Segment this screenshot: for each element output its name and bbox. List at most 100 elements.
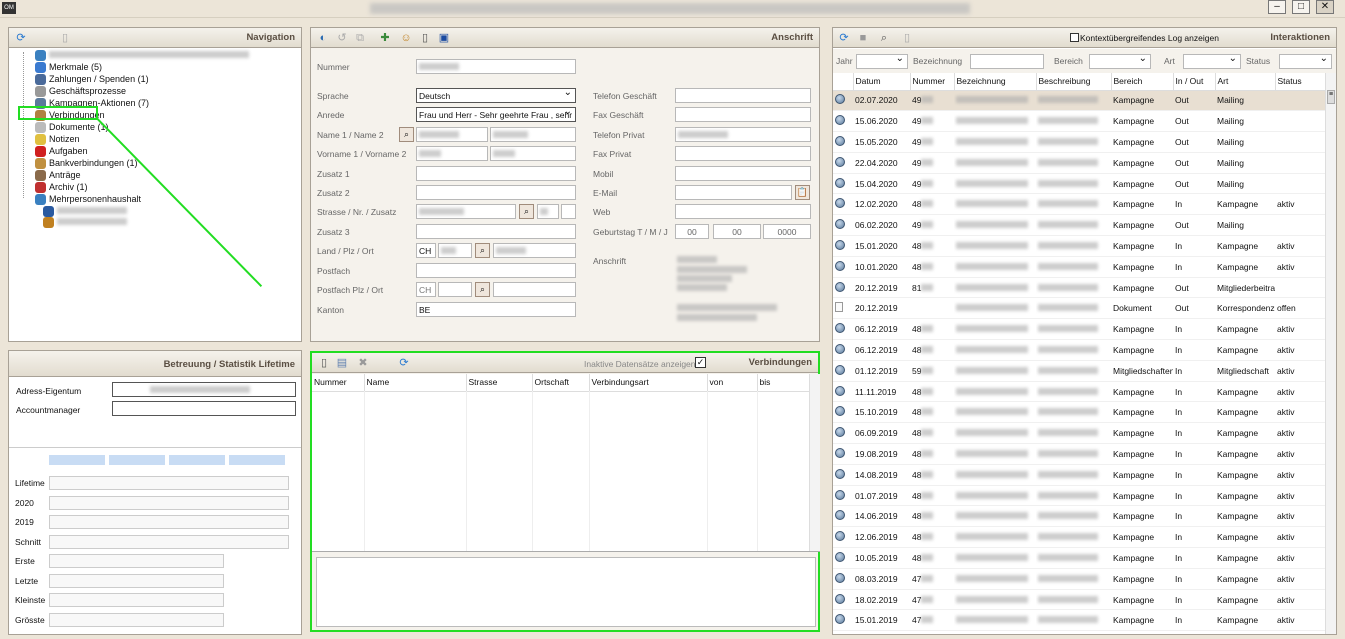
nav-item[interactable]: Mehrpersonenhaushalt: [35, 194, 141, 205]
context-log-checkbox[interactable]: [1070, 33, 1079, 42]
table-row[interactable]: 01.07.2019 48 Kampagne In Kampagne aktiv: [833, 485, 1325, 507]
table-row[interactable]: 06.12.2019 48 Kampagne In Kampagne aktiv: [833, 318, 1325, 341]
table-row[interactable]: 06.02.2020 49 Kampagne Out Mailing: [833, 214, 1325, 237]
column-header[interactable]: von: [707, 374, 758, 392]
document-icon[interactable]: ▯: [59, 32, 71, 44]
strasse-field[interactable]: [416, 204, 516, 219]
email-field[interactable]: [675, 185, 792, 200]
search-icon[interactable]: ⌕: [878, 32, 890, 44]
table-row[interactable]: 15.05.2020 49 Kampagne Out Mailing: [833, 131, 1325, 153]
table-row[interactable]: 15.01.2020 48 Kampagne In Kampagne aktiv: [833, 235, 1325, 257]
table-row[interactable]: 15.01.2019 47 Kampagne In Kampagne aktiv: [833, 609, 1325, 632]
kanton-field[interactable]: BE: [416, 302, 576, 317]
jahr-select[interactable]: [856, 54, 908, 69]
tel_p-field[interactable]: [675, 127, 811, 142]
column-header[interactable]: Bereich: [1111, 73, 1174, 91]
accountmanager-field[interactable]: [112, 401, 296, 416]
close-button[interactable]: ✕: [1316, 0, 1334, 14]
column-header[interactable]: Name: [364, 374, 467, 392]
column-header[interactable]: Nummer: [312, 374, 365, 392]
name1-field[interactable]: [416, 127, 488, 142]
maximize-button[interactable]: □: [1292, 0, 1310, 14]
column-header[interactable]: Verbindungsart: [589, 374, 708, 392]
nav-item[interactable]: Notizen: [35, 134, 80, 145]
clipboard-icon[interactable]: 📋: [795, 185, 810, 200]
fax_g-field[interactable]: [675, 107, 811, 122]
search-icon[interactable]: ⌕: [519, 204, 534, 219]
table-row[interactable]: 20.12.2019 81 Kampagne Out Mitgliederbeitrag: [833, 277, 1325, 299]
zusatz2-field[interactable]: [416, 185, 576, 200]
column-header[interactable]: Art: [1215, 73, 1276, 91]
nav-item[interactable]: Aufgaben: [35, 146, 88, 157]
table-row[interactable]: 10.01.2020 48 Kampagne In Kampagne aktiv: [833, 256, 1325, 278]
search-icon[interactable]: ⌕: [475, 282, 490, 297]
refresh-icon[interactable]: ⟳: [398, 357, 410, 369]
art-select[interactable]: [1183, 54, 1241, 69]
column-header[interactable]: Ortschaft: [532, 374, 590, 392]
status-select[interactable]: [1279, 54, 1332, 69]
persons-icon[interactable]: ☺: [400, 32, 412, 44]
column-header[interactable]: Nummer: [910, 73, 955, 91]
new-document-icon[interactable]: ▯: [419, 32, 431, 44]
geb_t-field[interactable]: 00: [675, 224, 709, 239]
column-header[interactable]: Beschreibung: [1036, 73, 1112, 91]
copy-icon[interactable]: ⧉: [354, 32, 366, 44]
postfach-field[interactable]: [416, 263, 576, 278]
ort-field[interactable]: [493, 243, 576, 258]
name2-field[interactable]: [490, 127, 576, 142]
tel_g-field[interactable]: [675, 88, 811, 103]
save-icon[interactable]: ▣: [438, 32, 450, 44]
nr-zusatz-field[interactable]: [561, 204, 576, 219]
table-row[interactable]: 02.07.2020 49 Kampagne Out Mailing: [833, 90, 1325, 112]
search-icon[interactable]: ⌕: [475, 243, 490, 258]
table-row[interactable]: 06.12.2019 48 Kampagne In Kampagne aktiv: [833, 339, 1325, 361]
column-header[interactable]: Datum: [853, 73, 911, 91]
table-row[interactable]: 19.08.2019 48 Kampagne In Kampagne aktiv: [833, 443, 1325, 465]
plz-field[interactable]: [438, 243, 472, 258]
table-row[interactable]: 15.06.2020 49 Kampagne Out Mailing: [833, 110, 1325, 133]
globe-icon[interactable]: ◐: [317, 32, 329, 44]
verbindungen-detail-area[interactable]: [316, 557, 816, 627]
document-icon[interactable]: ▯: [901, 32, 913, 44]
interaktionen-scrollbar[interactable]: ≡: [1325, 73, 1336, 634]
table-row[interactable]: 14.06.2019 48 Kampagne In Kampagne aktiv: [833, 505, 1325, 528]
bezeichnung-input[interactable]: [970, 54, 1044, 69]
land-field[interactable]: CH: [416, 243, 436, 258]
zusatz1-field[interactable]: [416, 166, 576, 181]
table-row[interactable]: 10.05.2019 48 Kampagne In Kampagne aktiv: [833, 547, 1325, 569]
fax_p-field[interactable]: [675, 146, 811, 161]
geb_j-field[interactable]: 0000: [763, 224, 811, 239]
table-row[interactable]: 15.10.2019 48 Kampagne In Kampagne aktiv: [833, 401, 1325, 424]
refresh-icon[interactable]: ⟳: [838, 32, 850, 44]
adress-eigentum-field[interactable]: [112, 382, 296, 397]
table-row[interactable]: 18.02.2019 47 Kampagne In Kampagne aktiv: [833, 589, 1325, 611]
undo-icon[interactable]: ↺: [336, 32, 348, 44]
stop-icon[interactable]: ■: [857, 32, 869, 44]
anrede-select[interactable]: Frau und Herr - Sehr geehrte Frau , sehr: [416, 107, 576, 122]
vorname2-field[interactable]: [490, 146, 576, 161]
vorname1-field[interactable]: [416, 146, 488, 161]
new-icon[interactable]: ▯: [318, 357, 330, 369]
table-row[interactable]: 06.09.2019 48 Kampagne In Kampagne aktiv: [833, 422, 1325, 445]
postfach-ort-field[interactable]: [493, 282, 576, 297]
table-row[interactable]: 14.08.2019 48 Kampagne In Kampagne aktiv: [833, 464, 1325, 486]
column-header[interactable]: In / Out: [1173, 73, 1216, 91]
table-row[interactable]: 11.11.2019 48 Kampagne In Kampagne aktiv: [833, 381, 1325, 403]
column-header[interactable]: Bezeichnung: [954, 73, 1037, 91]
household-member[interactable]: [43, 206, 127, 217]
nav-item[interactable]: Geschäftsprozesse: [35, 86, 126, 97]
search-icon[interactable]: ⌕: [399, 127, 414, 142]
postfach-plz-field[interactable]: [438, 282, 472, 297]
table-row[interactable]: 08.03.2019 47 Kampagne In Kampagne aktiv: [833, 568, 1325, 590]
table-row[interactable]: 15.04.2020 49 Kampagne Out Mailing: [833, 173, 1325, 195]
inactive-records-checkbox[interactable]: ✓: [695, 357, 706, 368]
nav-item[interactable]: Bankverbindungen (1): [35, 158, 138, 169]
bereich-select[interactable]: [1089, 54, 1151, 69]
nav-item[interactable]: [35, 50, 249, 61]
column-header[interactable]: Strasse: [466, 374, 533, 392]
nr-field[interactable]: [537, 204, 559, 219]
zusatz3-field[interactable]: [416, 224, 576, 239]
nummer-field[interactable]: [416, 59, 576, 74]
postfach-land-field[interactable]: CH: [416, 282, 436, 297]
geb_m-field[interactable]: 00: [713, 224, 761, 239]
